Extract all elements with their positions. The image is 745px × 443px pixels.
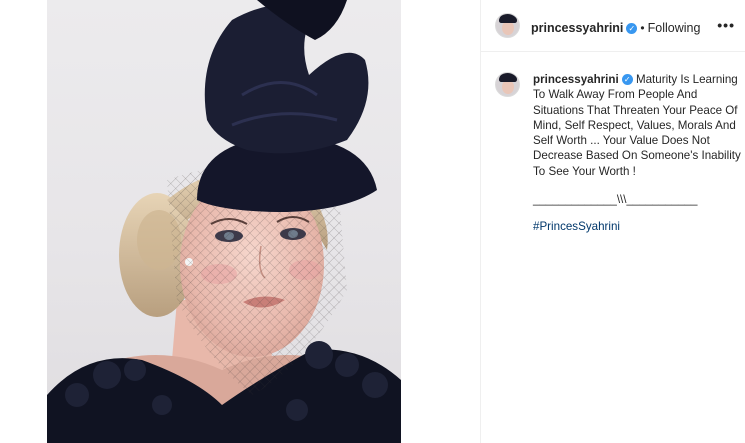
following-button[interactable]: Following [648,21,701,35]
caption-username[interactable]: princessyahrini [533,73,619,86]
header-user-line: princessyahrini ✓ • Following [531,19,700,37]
caption-body: Maturity Is Learning To Walk Away From P… [533,73,741,178]
caption-separator: _____________\\\___________ [533,193,698,206]
left-gutter [0,0,47,443]
post-photo[interactable] [47,0,401,443]
post-photo-art [47,0,401,443]
content-gap [401,0,480,443]
author-username[interactable]: princessyahrini [531,21,623,35]
verified-badge-icon: ✓ [626,23,638,34]
post-header: princessyahrini ✓ • Following ••• [481,0,745,52]
hashtag-link[interactable]: #PrincesSyahrini [533,220,620,233]
more-options-icon[interactable]: ••• [717,17,735,33]
author-avatar[interactable] [495,13,520,38]
post-side-panel: princessyahrini ✓ • Following ••• princessy… [480,0,745,443]
verified-badge-icon: ✓ [621,74,633,85]
caption-author-avatar[interactable] [495,72,520,97]
caption-text: princessyahrini ✓ Maturity Is Learning To… [533,72,745,179]
separator-dot: • [640,21,645,35]
